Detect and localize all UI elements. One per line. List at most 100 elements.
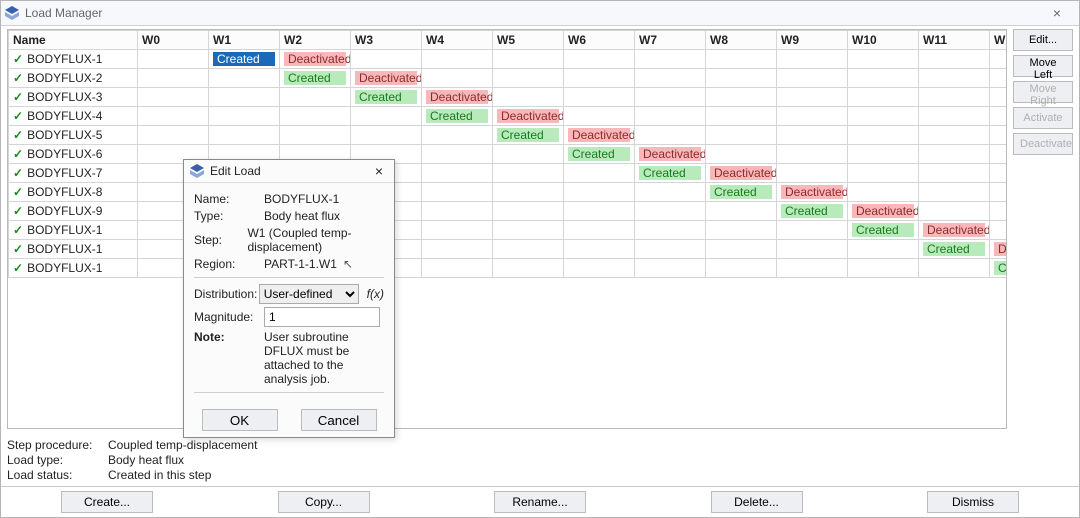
status-cell[interactable]: Created (706, 183, 777, 202)
table-row[interactable]: ✓BODYFLUX-1 CreatedDeactivated (9, 50, 1008, 69)
status-cell[interactable] (777, 259, 848, 278)
status-cell[interactable]: Created (635, 164, 706, 183)
status-cell[interactable]: Deactivated (422, 88, 493, 107)
activate-button[interactable]: Activate (1013, 107, 1073, 129)
status-cell[interactable] (564, 107, 635, 126)
status-cell[interactable] (564, 240, 635, 259)
column-header[interactable]: W5 (493, 31, 564, 50)
status-cell[interactable]: Deactivated (493, 107, 564, 126)
load-name-cell[interactable]: ✓BODYFLUX-9 (9, 202, 138, 221)
status-cell[interactable]: Created (493, 126, 564, 145)
status-cell[interactable] (777, 145, 848, 164)
column-header[interactable]: W2 (280, 31, 351, 50)
status-cell[interactable] (777, 240, 848, 259)
status-cell[interactable]: Created (422, 107, 493, 126)
load-name-cell[interactable]: ✓BODYFLUX-1 (9, 50, 138, 69)
column-header[interactable]: W8 (706, 31, 777, 50)
rename-button[interactable]: Rename... (494, 491, 586, 513)
table-row[interactable]: ✓BODYFLUX-1CreatedDeactivated (9, 240, 1008, 259)
status-cell[interactable] (777, 164, 848, 183)
cancel-button[interactable]: Cancel (301, 409, 377, 431)
status-cell[interactable] (706, 259, 777, 278)
status-cell[interactable] (848, 145, 919, 164)
column-header[interactable]: Name (9, 31, 138, 50)
status-cell[interactable] (422, 164, 493, 183)
status-cell[interactable] (706, 145, 777, 164)
table-row[interactable]: ✓BODYFLUX-2CreatedDeactivated (9, 69, 1008, 88)
status-cell[interactable] (635, 50, 706, 69)
load-grid[interactable]: NameW0W1W2W3W4W5W6W7W8W9W10W11W12W13 ✓BO… (7, 29, 1007, 429)
status-cell[interactable]: Deactivated (280, 50, 351, 69)
move-right-button[interactable]: Move Right (1013, 81, 1073, 103)
close-icon[interactable]: × (1039, 1, 1075, 25)
status-cell[interactable] (919, 107, 990, 126)
status-cell[interactable] (209, 69, 280, 88)
create-button[interactable]: Create... (61, 491, 153, 513)
status-cell[interactable] (919, 183, 990, 202)
status-cell[interactable] (138, 88, 209, 107)
load-name-cell[interactable]: ✓BODYFLUX-5 (9, 126, 138, 145)
status-cell[interactable] (635, 107, 706, 126)
status-cell[interactable]: Created (209, 50, 280, 69)
status-cell[interactable] (564, 50, 635, 69)
dismiss-button[interactable]: Dismiss (927, 491, 1019, 513)
edit-load-dialog[interactable]: Edit Load × Name:BODYFLUX-1 Type:Body he… (183, 159, 395, 438)
status-cell[interactable] (493, 240, 564, 259)
table-row[interactable]: ✓BODYFLUX-4CreatedDeactivated (9, 107, 1008, 126)
column-header[interactable]: W1 (209, 31, 280, 50)
status-cell[interactable] (422, 50, 493, 69)
ok-button[interactable]: OK (202, 409, 278, 431)
column-header[interactable]: W11 (919, 31, 990, 50)
close-icon[interactable]: × (370, 163, 388, 179)
column-header[interactable]: W0 (138, 31, 209, 50)
table-row[interactable]: ✓BODYFLUX-3CreatedDeactivated (9, 88, 1008, 107)
load-name-cell[interactable]: ✓BODYFLUX-1 (9, 221, 138, 240)
status-cell[interactable] (990, 164, 1008, 183)
table-row[interactable]: ✓BODYFLUX-1 CreatedDeactivated (9, 221, 1008, 240)
status-cell[interactable]: Created (280, 69, 351, 88)
distribution-select[interactable]: User-defined (259, 284, 359, 304)
status-cell[interactable] (777, 107, 848, 126)
status-cell[interactable] (635, 221, 706, 240)
status-cell[interactable] (919, 126, 990, 145)
status-cell[interactable] (493, 183, 564, 202)
status-cell[interactable] (990, 88, 1008, 107)
status-cell[interactable] (848, 259, 919, 278)
status-cell[interactable] (706, 202, 777, 221)
status-cell[interactable] (422, 183, 493, 202)
status-cell[interactable] (990, 107, 1008, 126)
column-header[interactable]: W12 (990, 31, 1008, 50)
load-name-cell[interactable]: ✓BODYFLUX-1 (9, 240, 138, 259)
status-cell[interactable]: Created (848, 221, 919, 240)
status-cell[interactable] (777, 69, 848, 88)
status-cell[interactable] (209, 88, 280, 107)
status-cell[interactable] (422, 259, 493, 278)
region-pick-icon[interactable]: ↖ (343, 257, 353, 271)
status-cell[interactable] (209, 126, 280, 145)
status-cell[interactable] (635, 259, 706, 278)
deactivate-button[interactable]: Deactivate (1013, 133, 1073, 155)
table-row[interactable]: ✓BODYFLUX-8CreatedDeactivated (9, 183, 1008, 202)
status-cell[interactable] (635, 88, 706, 107)
status-cell[interactable] (493, 221, 564, 240)
fx-icon[interactable]: f(x) (367, 287, 384, 301)
status-cell[interactable] (919, 202, 990, 221)
status-cell[interactable]: Deactivated (564, 126, 635, 145)
status-cell[interactable] (777, 126, 848, 145)
status-cell[interactable] (493, 259, 564, 278)
status-cell[interactable] (919, 69, 990, 88)
table-row[interactable]: ✓BODYFLUX-7CreatedDeactivated (9, 164, 1008, 183)
status-cell[interactable] (564, 202, 635, 221)
status-cell[interactable]: Deactivated (919, 221, 990, 240)
status-cell[interactable] (280, 88, 351, 107)
status-cell[interactable] (848, 50, 919, 69)
status-cell[interactable] (351, 107, 422, 126)
status-cell[interactable] (138, 107, 209, 126)
delete-button[interactable]: Delete... (711, 491, 803, 513)
column-header[interactable]: W9 (777, 31, 848, 50)
titlebar[interactable]: Load Manager × (1, 1, 1079, 26)
status-cell[interactable] (777, 50, 848, 69)
status-cell[interactable]: Created (919, 240, 990, 259)
status-cell[interactable] (848, 240, 919, 259)
status-cell[interactable] (706, 69, 777, 88)
